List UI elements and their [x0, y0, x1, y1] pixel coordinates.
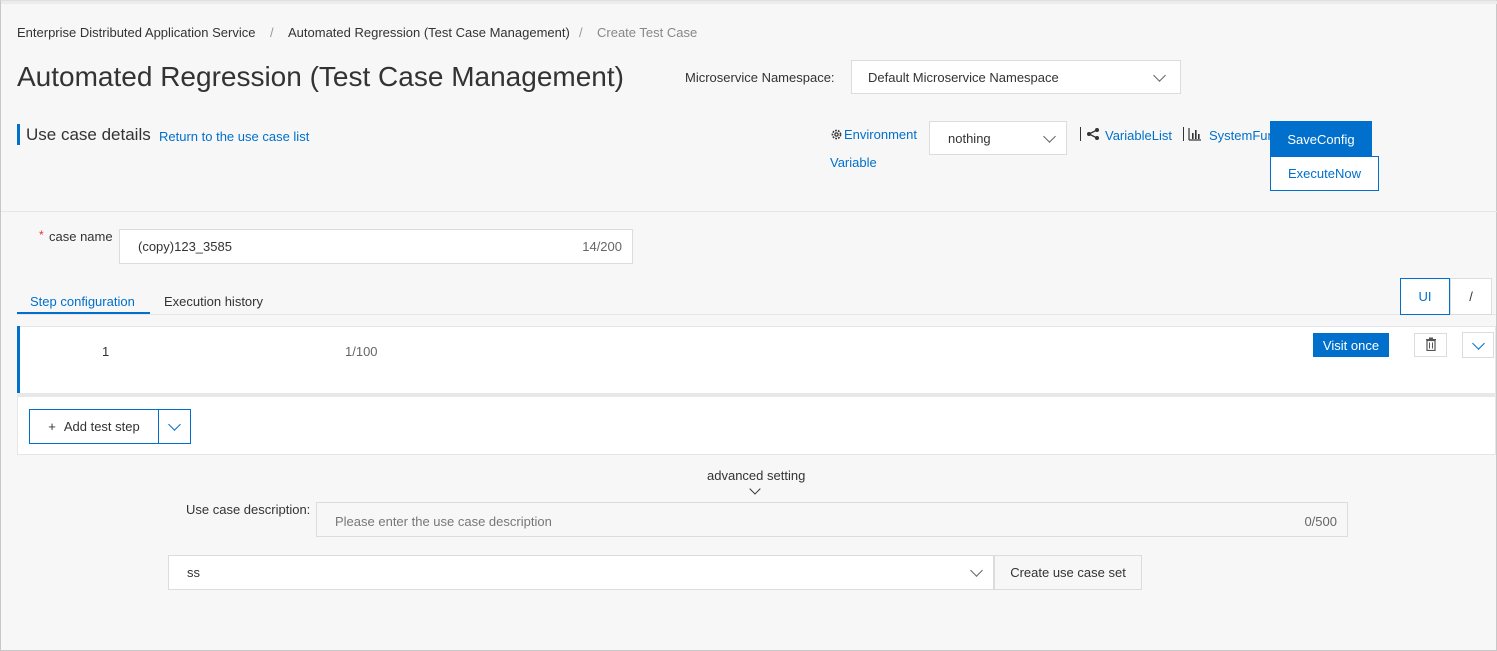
chevron-down-icon[interactable]	[749, 483, 761, 495]
chevron-down-icon	[970, 564, 983, 577]
case-name-label: case name	[49, 229, 113, 244]
step-index: 1	[102, 344, 110, 359]
chevron-down-icon	[168, 418, 181, 431]
app-window: Enterprise Distributed Application Servi…	[0, 0, 1497, 651]
step-counter: 1/100	[345, 344, 378, 359]
environment-variable-link-line2[interactable]: Variable	[830, 155, 877, 170]
tab-step-configuration[interactable]: Step configuration	[30, 294, 135, 309]
view-toggle-ui[interactable]: UI	[1400, 278, 1450, 315]
description-placeholder: Please enter the use case description	[335, 514, 552, 529]
top-border	[1, 1, 1497, 4]
tab-execution-history[interactable]: Execution history	[164, 294, 263, 309]
namespace-value: Default Microservice Namespace	[868, 69, 1059, 85]
breadcrumb-separator: /	[579, 25, 583, 40]
namespace-label: Microservice Namespace:	[685, 70, 835, 85]
case-name-counter: 14/200	[582, 239, 622, 254]
breadcrumb-separator: /	[270, 25, 274, 40]
delete-step-button[interactable]	[1414, 333, 1447, 357]
share-icon	[1086, 127, 1100, 144]
view-toggle-code[interactable]: /	[1450, 278, 1492, 315]
chevron-down-icon	[1472, 337, 1485, 350]
breadcrumb-item-edas[interactable]: Enterprise Distributed Application Servi…	[17, 25, 255, 40]
case-set-value: ss	[187, 565, 200, 580]
namespace-select[interactable]: Default Microservice Namespace	[851, 60, 1181, 94]
toolbar-divider	[1080, 127, 1081, 141]
breadcrumb-item-current: Create Test Case	[597, 25, 698, 40]
create-case-set-button[interactable]: Create use case set	[994, 555, 1142, 590]
add-step-area	[17, 397, 1496, 455]
environment-value: nothing	[948, 130, 991, 146]
chevron-down-icon	[1153, 69, 1166, 82]
plus-icon: +	[48, 419, 56, 434]
case-set-select[interactable]: ss	[168, 555, 994, 590]
breadcrumb-item-regression[interactable]: Automated Regression (Test Case Manageme…	[288, 25, 570, 40]
visit-once-button[interactable]: Visit once	[1313, 333, 1389, 357]
step-accent-bar	[17, 326, 20, 396]
trash-icon	[1425, 337, 1437, 354]
environment-variable-link[interactable]: Environment	[844, 127, 917, 142]
section-accent-bar	[17, 124, 20, 145]
case-name-input[interactable]: (copy)123_3585 14/200	[119, 229, 633, 264]
environment-select[interactable]: nothing	[929, 121, 1067, 155]
required-mark: *	[39, 228, 44, 242]
execute-now-button[interactable]: ExecuteNow	[1270, 156, 1379, 191]
system-fun-link[interactable]: SystemFun	[1209, 128, 1271, 143]
return-to-list-link[interactable]: Return to the use case list	[159, 129, 309, 144]
variable-list-link[interactable]: VariableList	[1105, 128, 1172, 143]
save-config-button[interactable]: SaveConfig	[1270, 121, 1372, 157]
toolbar-divider	[1183, 127, 1184, 141]
advanced-setting-toggle[interactable]: advanced setting	[707, 468, 805, 483]
system-fun-link-wrap: SystemFun	[1209, 128, 1271, 146]
description-input[interactable]: Please enter the use case description 0/…	[316, 502, 1348, 537]
description-label: Use case description:	[186, 502, 311, 517]
add-test-step-button[interactable]: + Add test step	[29, 409, 159, 444]
add-test-step-label: Add test step	[63, 419, 140, 434]
gear-icon	[830, 128, 844, 142]
header-divider	[1, 211, 1497, 212]
page-title: Automated Regression (Test Case Manageme…	[17, 61, 624, 92]
section-title: Use case details	[26, 125, 151, 144]
add-step-dropdown-button[interactable]	[158, 409, 191, 444]
chevron-down-icon	[1043, 130, 1056, 143]
description-counter: 0/500	[1304, 514, 1337, 529]
expand-step-button[interactable]	[1462, 332, 1494, 358]
case-name-value: (copy)123_3585	[138, 239, 232, 254]
test-step-panel	[17, 326, 1496, 396]
tabs-divider	[17, 314, 1496, 315]
bar-chart-icon	[1188, 127, 1202, 144]
